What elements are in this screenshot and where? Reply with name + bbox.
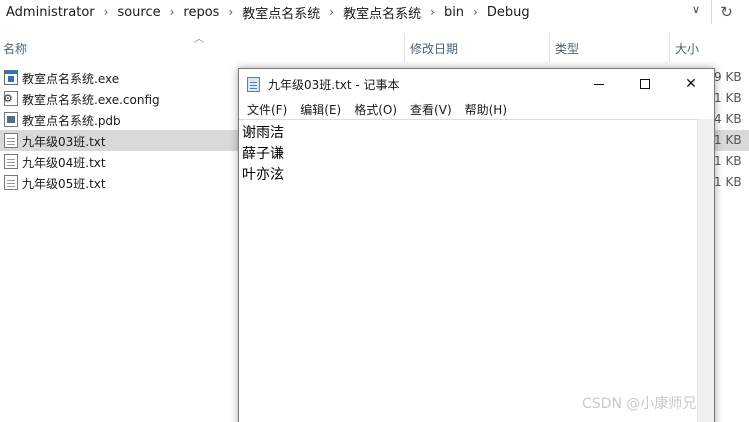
minimize-icon — [594, 83, 604, 85]
breadcrumb-separator-icon[interactable]: › — [473, 5, 478, 19]
column-header-row: ︿ 名称 修改日期 类型 大小 — [0, 34, 749, 62]
text-line: 叶亦泫 — [242, 167, 284, 183]
watermark: CSDN @小康师兄 — [582, 396, 697, 412]
exe-icon — [4, 70, 18, 85]
txt-icon — [4, 154, 18, 169]
close-button[interactable]: ✕ — [668, 69, 714, 99]
column-divider[interactable] — [669, 34, 670, 62]
breadcrumb-separator-icon[interactable]: › — [228, 5, 233, 19]
text-line: 薛子谦 — [242, 146, 284, 162]
column-header-name[interactable]: 名称 — [3, 40, 27, 57]
file-name: 教室点名系统.pdb — [22, 114, 121, 128]
file-size: 1 KB — [714, 133, 742, 147]
breadcrumb-item[interactable]: Debug — [487, 5, 530, 20]
column-header-size[interactable]: 大小 — [675, 40, 699, 57]
txt-icon — [4, 175, 18, 190]
file-name: 教室点名系统.exe — [22, 72, 120, 86]
menu-view[interactable]: 查看(V) — [410, 101, 452, 118]
breadcrumb-item[interactable]: source — [117, 5, 160, 20]
txt-icon — [4, 133, 18, 148]
notepad-window: 九年级03班.txt - 记事本 ✕ 文件(F) 编辑(E) 格式(O) 查看(… — [238, 68, 715, 422]
breadcrumb: Administrator › source › repos › 教室点名系统 … — [6, 3, 530, 22]
file-size: 9 KB — [714, 70, 742, 84]
column-header-type[interactable]: 类型 — [555, 40, 579, 57]
chevron-down-icon[interactable]: ∨ — [688, 3, 704, 21]
file-size: 1 KB — [714, 175, 742, 189]
maximize-icon — [640, 79, 650, 89]
breadcrumb-item[interactable]: bin — [444, 5, 464, 20]
breadcrumb-separator-icon[interactable]: › — [170, 5, 175, 19]
maximize-button[interactable] — [622, 69, 668, 99]
menu-file[interactable]: 文件(F) — [247, 101, 287, 118]
text-line: 谢雨洁 — [242, 125, 284, 141]
minimize-button[interactable] — [576, 69, 622, 99]
title-bar[interactable]: 九年级03班.txt - 记事本 ✕ — [239, 69, 714, 99]
notepad-icon[interactable] — [247, 77, 260, 92]
breadcrumb-separator-icon[interactable]: › — [104, 5, 109, 19]
vertical-scrollbar[interactable] — [697, 119, 714, 422]
file-size: 1 KB — [714, 91, 742, 105]
file-name: 九年级03班.txt — [22, 135, 106, 149]
column-divider[interactable] — [404, 34, 405, 62]
breadcrumb-item[interactable]: Administrator — [6, 5, 95, 20]
breadcrumb-item[interactable]: 教室点名系统 — [242, 3, 320, 22]
address-bar[interactable]: Administrator › source › repos › 教室点名系统 … — [0, 0, 749, 24]
text-editor-area[interactable]: 谢雨洁 薛子谦 叶亦泫 — [239, 119, 697, 422]
menu-format[interactable]: 格式(O) — [354, 101, 397, 118]
menu-bar: 文件(F) 编辑(E) 格式(O) 查看(V) 帮助(H) — [239, 99, 714, 119]
file-size: 4 KB — [714, 112, 742, 126]
sort-ascending-icon: ︿ — [194, 34, 204, 45]
pdb-icon — [4, 112, 18, 127]
breadcrumb-separator-icon[interactable]: › — [430, 5, 435, 19]
breadcrumb-item[interactable]: repos — [183, 5, 219, 20]
file-name: 教室点名系统.exe.config — [22, 93, 160, 107]
file-size: 1 KB — [714, 154, 742, 168]
column-divider[interactable] — [549, 34, 550, 62]
column-header-modified[interactable]: 修改日期 — [410, 40, 458, 57]
config-icon — [3, 91, 18, 106]
file-name: 九年级04班.txt — [22, 156, 106, 170]
menu-edit[interactable]: 编辑(E) — [300, 101, 341, 118]
refresh-icon[interactable]: ↻ — [711, 0, 741, 24]
window-title: 九年级03班.txt - 记事本 — [268, 78, 400, 92]
file-name: 九年级05班.txt — [22, 177, 106, 191]
breadcrumb-item[interactable]: 教室点名系统 — [343, 3, 421, 22]
menu-help[interactable]: 帮助(H) — [465, 101, 507, 118]
breadcrumb-separator-icon[interactable]: › — [329, 5, 334, 19]
